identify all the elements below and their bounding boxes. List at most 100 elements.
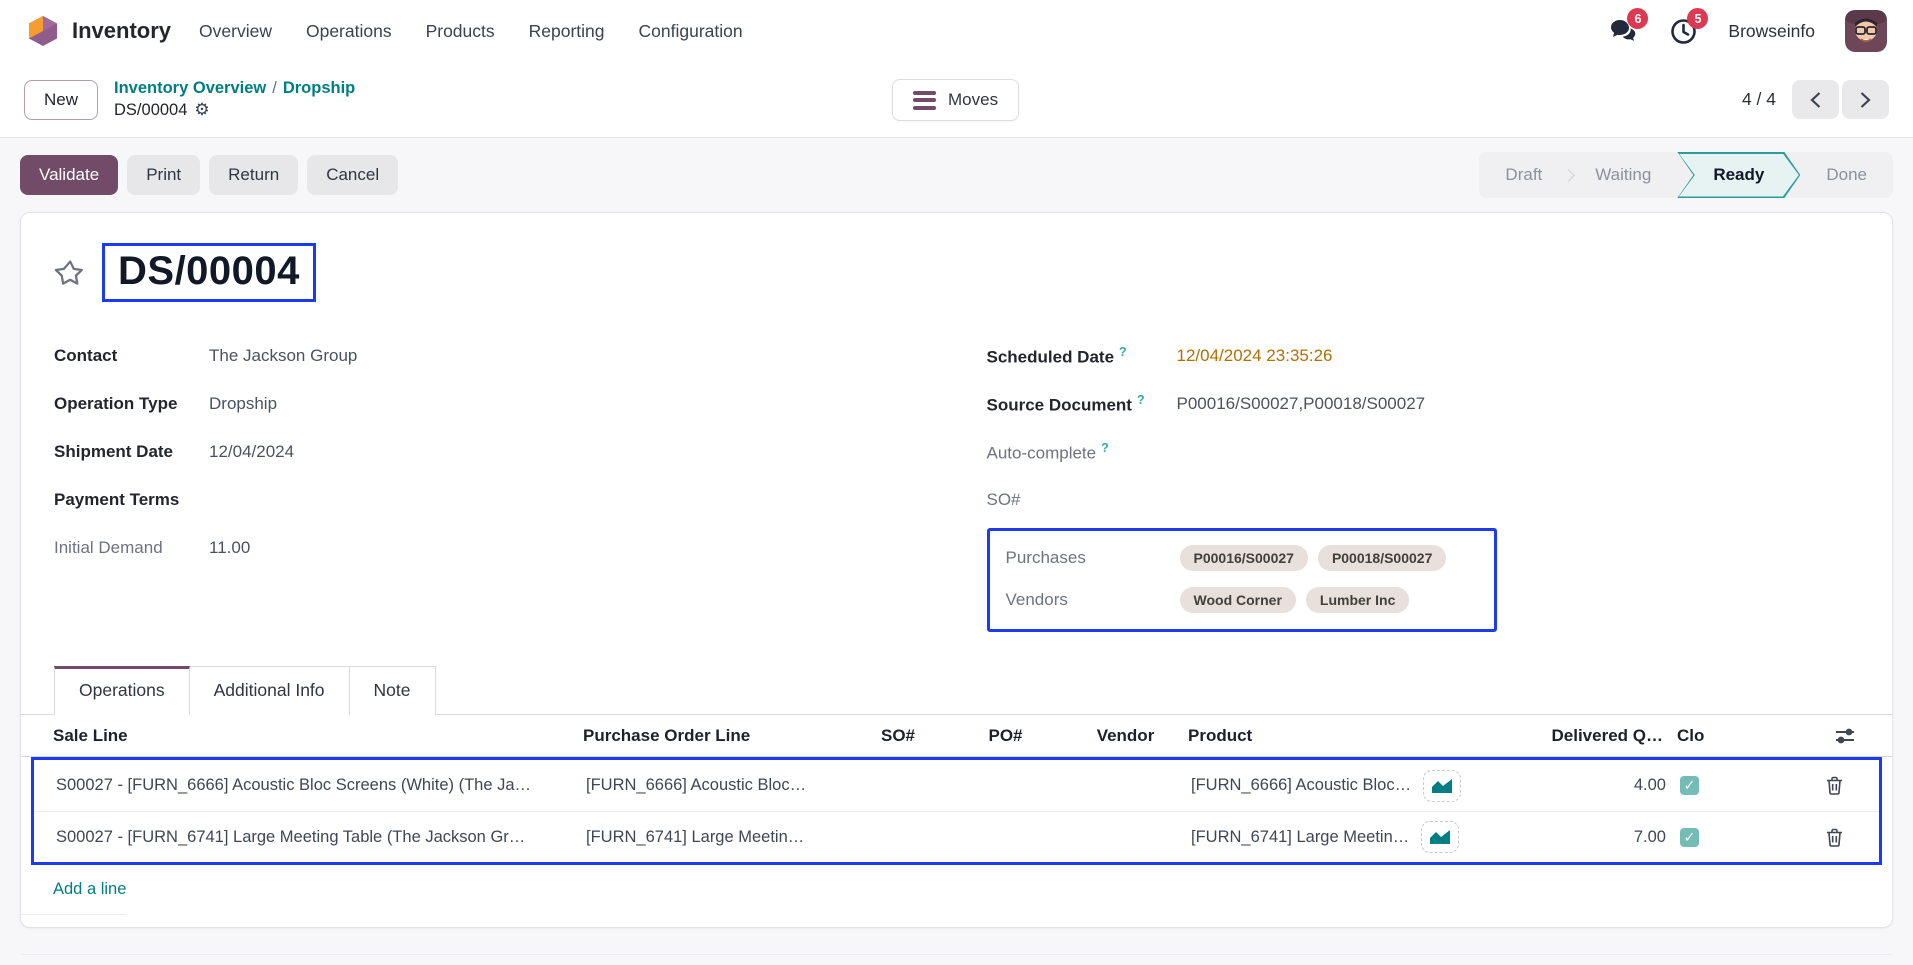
tab-additional-info[interactable]: Additional Info [190,666,350,715]
cell-sale-line[interactable]: S00027 - [FURN_6741] Large Meeting Table… [56,828,586,847]
pager-count: 4 / 4 [1742,89,1776,110]
control-panel: New Inventory Overview/Dropship DS/00004… [0,62,1913,138]
cell-sale-line[interactable]: S00027 - [FURN_6666] Acoustic Bloc Scree… [56,776,586,795]
hamburger-icon [913,91,936,110]
app-logo-icon [26,14,60,48]
pager-next-button[interactable] [1842,80,1889,119]
header-closed[interactable]: Clo [1663,726,1735,746]
vendor-tag[interactable]: Lumber Inc [1306,587,1409,613]
status-step-done[interactable]: Done [1800,152,1893,198]
statusbar: Draft Waiting Ready Done [1479,152,1893,198]
source-document-value[interactable]: P00016/S00027,P00018/S00027 [1177,394,1426,414]
cell-delivered-qty[interactable]: 4.00 [1491,776,1666,795]
header-purchase-order-line[interactable]: Purchase Order Line [583,726,848,746]
field-source-document: Source Document? P00016/S00027,P00018/S0… [987,380,1860,428]
cell-delivered-qty[interactable]: 7.00 [1491,828,1666,847]
scheduled-date-value[interactable]: 12/04/2024 23:35:26 [1177,346,1333,366]
header-delivered-qty[interactable]: Delivered Q… [1488,726,1663,746]
menu-operations[interactable]: Operations [306,21,392,42]
field-payment-terms: Payment Terms [54,476,927,524]
closed-checkbox[interactable]: ✓ [1680,776,1699,795]
new-button[interactable]: New [24,80,98,120]
validate-button[interactable]: Validate [20,155,118,195]
moves-button[interactable]: Moves [892,79,1019,121]
header-sale-line[interactable]: Sale Line [53,726,583,746]
cell-product[interactable]: [FURN_6666] Acoustic Bloc… [1191,776,1411,795]
forecast-chart-icon[interactable] [1421,821,1459,853]
action-row: Validate Print Return Cancel Draft Waiti… [20,152,1893,198]
messages-badge: 6 [1627,8,1648,29]
tab-operations[interactable]: Operations [54,666,190,715]
optional-columns-icon[interactable] [1834,726,1856,746]
app-name: Inventory [72,18,171,44]
left-field-column: Contact The Jackson Group Operation Type… [54,332,927,632]
field-so-number: SO# [987,476,1860,524]
pager: 4 / 4 [1742,80,1889,119]
tab-note[interactable]: Note [350,666,436,715]
field-shipment-date: Shipment Date 12/04/2024 [54,428,927,476]
breadcrumb-record-ref: DS/00004 [114,101,187,120]
purchases-vendors-highlight: Purchases P00016/S00027 P00018/S00027 Ve… [987,528,1497,632]
trash-icon[interactable] [1826,828,1843,847]
vendor-tag[interactable]: Wood Corner [1180,587,1296,613]
header-so[interactable]: SO# [848,726,948,746]
print-button[interactable]: Print [127,155,200,195]
field-auto-complete: Auto-complete? [987,428,1860,476]
gear-icon[interactable]: ⚙ [194,100,209,120]
breadcrumb-dropship[interactable]: Dropship [283,79,355,97]
status-step-waiting[interactable]: Waiting [1569,152,1677,198]
menu-reporting[interactable]: Reporting [529,21,605,42]
field-operation-type: Operation Type Dropship [54,380,927,428]
notebook-tabs: Operations Additional Info Note [21,666,1892,715]
menu-configuration[interactable]: Configuration [639,21,743,42]
table-row[interactable]: S00027 - [FURN_6666] Acoustic Bloc Scree… [34,760,1879,811]
app-brand[interactable]: Inventory [26,14,171,48]
trash-icon[interactable] [1826,776,1843,795]
avatar[interactable] [1845,10,1887,52]
add-a-line-link[interactable]: Add a line [21,865,126,915]
return-button[interactable]: Return [209,155,298,195]
breadcrumb: Inventory Overview/Dropship DS/00004 ⚙ [114,79,355,120]
status-step-ready[interactable]: Ready [1677,152,1800,198]
purchase-tag[interactable]: P00018/S00027 [1318,545,1446,571]
favorite-star-icon[interactable] [54,257,86,289]
pager-previous-button[interactable] [1792,80,1839,119]
contact-value[interactable]: The Jackson Group [209,346,357,366]
field-initial-demand: Initial Demand 11.00 [54,524,927,572]
operation-type-value[interactable]: Dropship [209,394,277,414]
menu-overview[interactable]: Overview [199,21,272,42]
purchase-tag[interactable]: P00016/S00027 [1180,545,1308,571]
initial-demand-value[interactable]: 11.00 [209,538,250,558]
messages-button[interactable]: 6 [1608,16,1638,46]
breadcrumb-separator: / [266,79,283,97]
breadcrumb-inventory-overview[interactable]: Inventory Overview [114,79,266,97]
status-step-draft[interactable]: Draft [1479,152,1568,198]
cancel-button[interactable]: Cancel [307,155,398,195]
header-product[interactable]: Product [1188,726,1488,746]
top-navbar: Inventory Overview Operations Products R… [0,0,1913,62]
activities-button[interactable]: 5 [1668,16,1698,46]
field-scheduled-date: Scheduled Date? 12/04/2024 23:35:26 [987,332,1860,380]
cell-purchase-order-line[interactable]: [FURN_6741] Large Meetin… [586,828,851,847]
field-vendors: Vendors Wood Corner Lumber Inc [1006,579,1478,621]
help-icon[interactable]: ? [1137,393,1145,407]
header-po[interactable]: PO# [948,726,1063,746]
closed-checkbox[interactable]: ✓ [1680,828,1699,847]
help-icon[interactable]: ? [1119,345,1127,359]
user-name[interactable]: Browseinfo [1728,21,1815,42]
help-icon[interactable]: ? [1101,441,1109,455]
forecast-chart-icon[interactable] [1423,770,1461,802]
form-sheet: DS/00004 Contact The Jackson Group Opera… [20,212,1893,928]
table-row[interactable]: S00027 - [FURN_6741] Large Meeting Table… [34,811,1879,862]
chevron-left-icon [1809,91,1822,109]
chevron-right-icon [1859,91,1872,109]
table-header-row: Sale Line Purchase Order Line SO# PO# Ve… [21,715,1892,757]
shipment-date-value[interactable]: 12/04/2024 [209,442,294,462]
header-vendor[interactable]: Vendor [1063,726,1188,746]
record-title[interactable]: DS/00004 [118,249,300,294]
menu-products[interactable]: Products [426,21,495,42]
empty-table-row [21,915,1892,955]
cell-purchase-order-line[interactable]: [FURN_6666] Acoustic Bloc… [586,776,851,795]
cell-product[interactable]: [FURN_6741] Large Meetin… [1191,828,1409,847]
right-field-column: Scheduled Date? 12/04/2024 23:35:26 Sour… [987,332,1860,632]
